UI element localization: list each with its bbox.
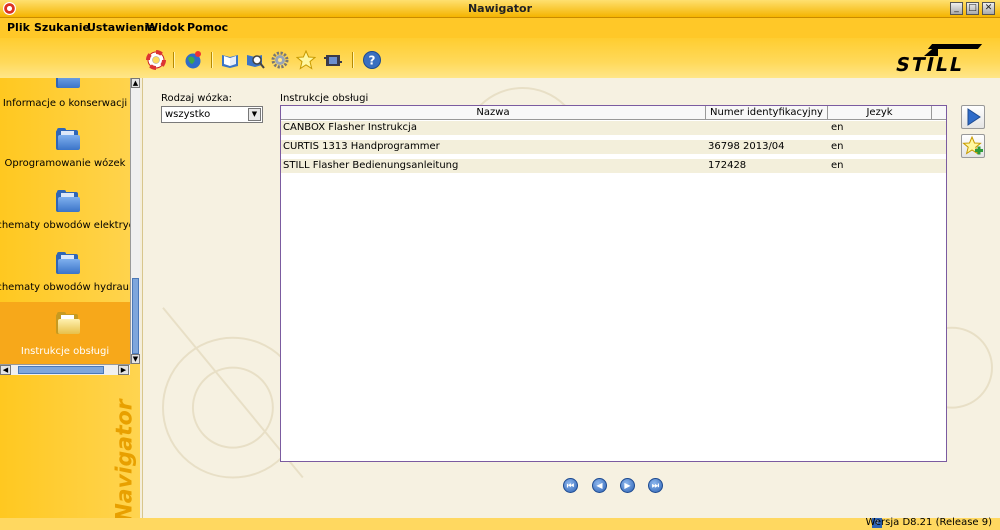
add-favorite-icon	[962, 135, 983, 155]
cell-id: 172428	[708, 160, 747, 171]
sidebar-item-label: Informacje o konserwacji	[2, 98, 128, 109]
sidebar-items: Informacje o konserwacji Oprogramowanie …	[0, 78, 130, 364]
lifebuoy-icon[interactable]	[146, 50, 166, 70]
folder-icon	[56, 252, 80, 274]
scroll-left-button[interactable]: ◀	[0, 365, 11, 375]
truck-type-select[interactable]: wszystko ▼	[161, 106, 263, 123]
menu-widok[interactable]: Widok	[146, 21, 185, 34]
toolbar-separator	[211, 52, 213, 68]
sidebar-item-manuals[interactable]: Instrukcje obsługi	[0, 302, 130, 364]
open-document-button[interactable]	[961, 105, 985, 129]
globe-icon[interactable]	[183, 50, 203, 70]
sidebar-item-label: Oprogramowanie wózek	[4, 158, 126, 169]
cell-name: STILL Flasher Bedienungsanleitung	[283, 160, 459, 171]
add-favorite-button[interactable]	[961, 134, 985, 158]
scroll-right-button[interactable]: ▶	[118, 365, 129, 375]
main-content: Rodzaj wózka: wszystko ▼ Instrukcje obsł…	[142, 78, 1000, 518]
menu-szukanie[interactable]: Szukanie	[34, 21, 90, 34]
table-row[interactable]: CURTIS 1313 Handprogrammer 36798 2013/04…	[281, 140, 946, 154]
help-icon[interactable]: ?	[362, 50, 382, 70]
open-book-icon[interactable]	[220, 50, 240, 70]
sidebar-horizontal-scrollbar[interactable]: ◀ ▶	[0, 364, 130, 375]
sidebar: Informacje o konserwacji Oprogramowanie …	[0, 78, 140, 530]
sidebar-item-label: Schematy obwodów hydraulicznych	[0, 282, 130, 293]
title-bar: Nawigator _ □ ✕	[0, 0, 1000, 18]
column-header-language[interactable]: Jezyk	[828, 106, 932, 120]
toolbar-separator	[352, 52, 354, 68]
status-bar: ? Wersja D8.21 (Release 9)	[0, 517, 1000, 530]
sidebar-vertical-scrollbar[interactable]: ▲ ▼	[130, 78, 140, 364]
cell-language: en	[831, 141, 844, 152]
truck-type-label: Rodzaj wózka:	[161, 93, 232, 104]
still-logo: STILL	[894, 44, 988, 76]
menu-bar: Plik Szukanie Ustawienia Widok Pomoc	[0, 18, 1000, 38]
version-label: Wersja D8.21 (Release 9)	[865, 517, 992, 528]
scroll-down-button[interactable]: ▼	[131, 354, 140, 364]
restore-button[interactable]: □	[966, 2, 979, 15]
sidebar-item-label: Instrukcje obsługi	[20, 346, 110, 357]
cell-id: 36798 2013/04	[708, 141, 785, 152]
scroll-thumb[interactable]	[132, 278, 139, 354]
first-page-button[interactable]: ⏮	[563, 478, 578, 493]
dropdown-arrow-icon[interactable]: ▼	[248, 108, 261, 121]
table-title: Instrukcje obsługi	[280, 93, 369, 104]
star-icon[interactable]	[296, 50, 316, 70]
cell-name: CURTIS 1313 Handprogrammer	[283, 141, 440, 152]
cell-name: CANBOX Flasher Instrukcja	[283, 122, 417, 133]
manual-folder-icon	[56, 312, 80, 334]
sidebar-item-maintenance[interactable]: Informacje o konserwacji	[0, 78, 130, 126]
settings-gear-icon[interactable]	[270, 50, 290, 70]
close-button[interactable]: ✕	[982, 2, 995, 15]
sidebar-item-software[interactable]: Oprogramowanie wózek	[0, 126, 130, 188]
folder-icon	[56, 190, 80, 212]
folder-icon	[56, 128, 80, 150]
toolbar: ?	[0, 38, 1000, 78]
table-row[interactable]: STILL Flasher Bedienungsanleitung 172428…	[281, 159, 946, 173]
previous-page-button[interactable]: ◀	[592, 478, 607, 493]
menu-plik[interactable]: Plik	[7, 21, 30, 34]
sidebar-item-electrical[interactable]: Schematy obwodów elektrycznych	[0, 188, 130, 250]
truck-type-value: wszystko	[165, 109, 211, 120]
window-title: Nawigator	[467, 2, 533, 15]
next-page-button[interactable]: ▶	[620, 478, 635, 493]
menu-pomoc[interactable]: Pomoc	[187, 21, 228, 34]
svg-text:?: ?	[369, 54, 376, 68]
play-arrow-icon	[967, 108, 981, 126]
scroll-up-button[interactable]: ▲	[131, 78, 140, 88]
navigator-vertical-logo: Navigator	[112, 399, 138, 522]
column-header-id[interactable]: Numer identyfikacyjny	[706, 106, 828, 120]
film-icon[interactable]	[323, 50, 343, 70]
manuals-table: Nazwa Numer identyfikacyjny Jezyk CANBOX…	[280, 105, 947, 462]
folder-icon	[56, 78, 80, 88]
table-header: Nazwa Numer identyfikacyjny Jezyk	[281, 106, 946, 120]
scroll-thumb[interactable]	[18, 366, 104, 374]
toolbar-separator	[173, 52, 175, 68]
minimize-button[interactable]: _	[950, 2, 963, 15]
sidebar-item-label: Schematy obwodów elektrycznych	[0, 220, 130, 231]
cell-language: en	[831, 122, 844, 133]
table-row[interactable]: CANBOX Flasher Instrukcja en	[281, 121, 946, 135]
search-book-icon[interactable]	[245, 50, 265, 70]
column-header-name[interactable]: Nazwa	[281, 106, 706, 120]
cell-language: en	[831, 160, 844, 171]
last-page-button[interactable]: ⏭	[648, 478, 663, 493]
